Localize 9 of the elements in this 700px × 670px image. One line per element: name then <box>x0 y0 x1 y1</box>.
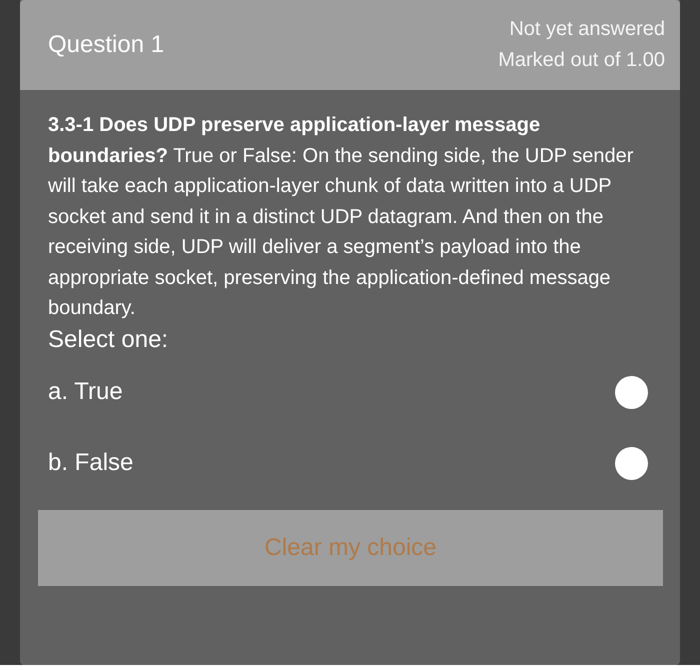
radio-button[interactable] <box>615 376 648 408</box>
question-text: 3.3-1 Does UDP preserve application-layer message boundaries? True or False: On the sending side, the UDP sender will take each application-layer chunk of data written into a UDP socket and send it in a distinct UDP datagram. And then on the receiving side, UDP will deliver a segment’s payload into the appropriate socket, preserving the application-defined message boundary. <box>48 113 634 321</box>
select-prompt: Select one: <box>48 326 170 354</box>
question-title: Question 1 <box>48 31 164 59</box>
option-label[interactable]: b. False <box>48 449 134 477</box>
option-label[interactable]: a. True <box>48 378 123 406</box>
radio-button[interactable] <box>615 446 648 480</box>
status-text: Not yet answered <box>509 18 665 41</box>
marks-text: Marked out of 1.00 <box>498 49 665 72</box>
